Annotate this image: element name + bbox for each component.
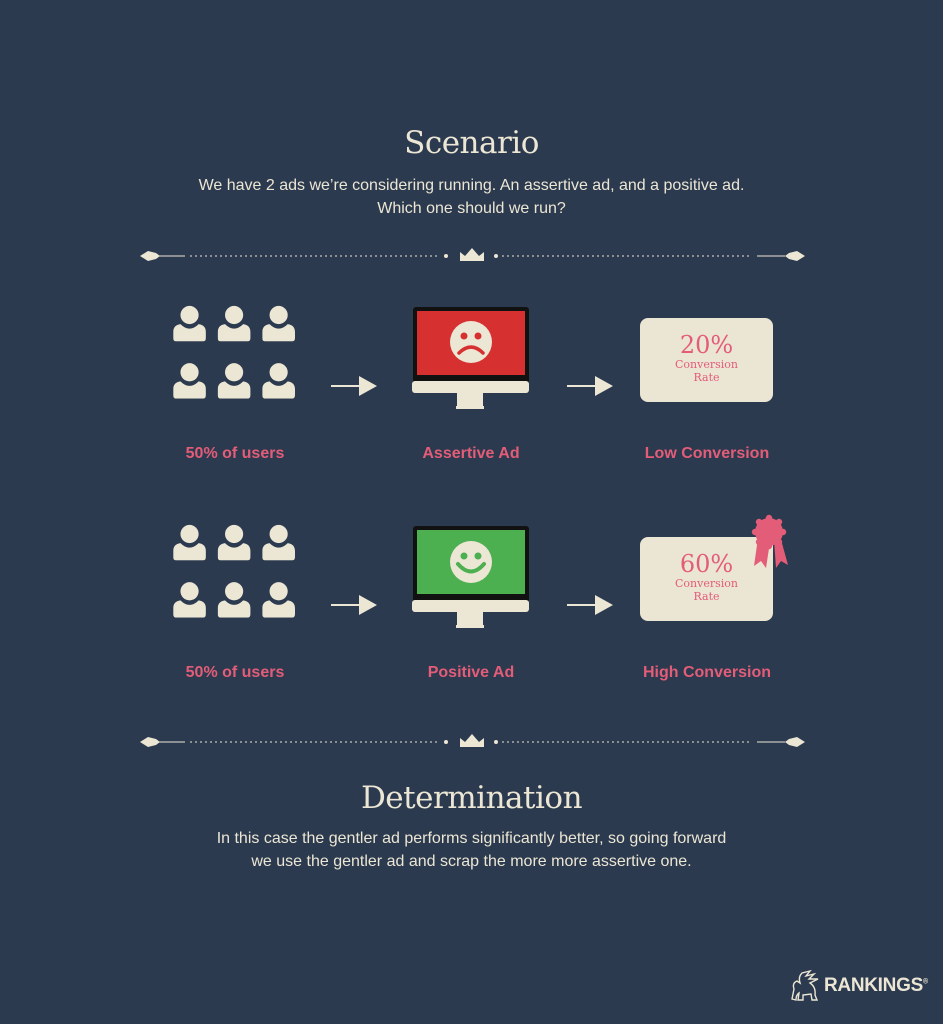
- audience-label: 50% of users: [185, 445, 285, 462]
- conversion-caption: Conversion: [675, 577, 738, 590]
- subtitle-line-2: Which one should we run?: [377, 200, 566, 217]
- audience-label: 50% of users: [185, 664, 285, 681]
- brand-name: RANKINGS®: [824, 975, 928, 996]
- ad-label: Positive Ad: [427, 664, 515, 681]
- conversion-caption: Rate: [693, 590, 720, 603]
- happy-face-icon: [450, 541, 492, 583]
- scenario-title: Scenario: [404, 125, 539, 161]
- conversion-caption: Rate: [693, 371, 720, 384]
- ornamental-divider: [140, 734, 805, 750]
- ad-label: Assertive Ad: [422, 445, 520, 462]
- users-group-icon: [173, 305, 295, 399]
- rankings-logo: RANKINGS®: [788, 966, 938, 1006]
- award-ribbon-icon: [751, 514, 788, 568]
- arrow-right-icon: [331, 595, 377, 615]
- determination-text: In this case the gentler ad performs sig…: [0, 827, 943, 873]
- arrow-right-icon: [331, 376, 377, 396]
- users-group-icon: [173, 524, 295, 618]
- monitor-sad-icon: [412, 307, 529, 409]
- ornamental-divider: [140, 248, 805, 264]
- arrow-right-icon: [567, 376, 613, 396]
- determination-line-1: In this case the gentler ad performs sig…: [216, 830, 727, 847]
- determination-line-2: we use the gentler ad and scrap the more…: [251, 853, 692, 870]
- conversion-caption: Conversion: [675, 358, 738, 371]
- conversion-value: 20%: [679, 331, 734, 359]
- subtitle-line-1: We have 2 ads we’re considering running.…: [198, 177, 745, 194]
- arrow-right-icon: [567, 595, 613, 615]
- sad-face-icon: [450, 321, 492, 363]
- conversion-card-low: 20% Conversion Rate: [640, 318, 773, 402]
- griffin-icon: [791, 969, 819, 1001]
- result-label: Low Conversion: [644, 445, 770, 462]
- result-label: High Conversion: [642, 664, 771, 681]
- monitor-happy-icon: [412, 526, 529, 628]
- determination-title: Determination: [360, 780, 583, 816]
- scenario-subtitle: We have 2 ads we’re considering running.…: [0, 174, 943, 220]
